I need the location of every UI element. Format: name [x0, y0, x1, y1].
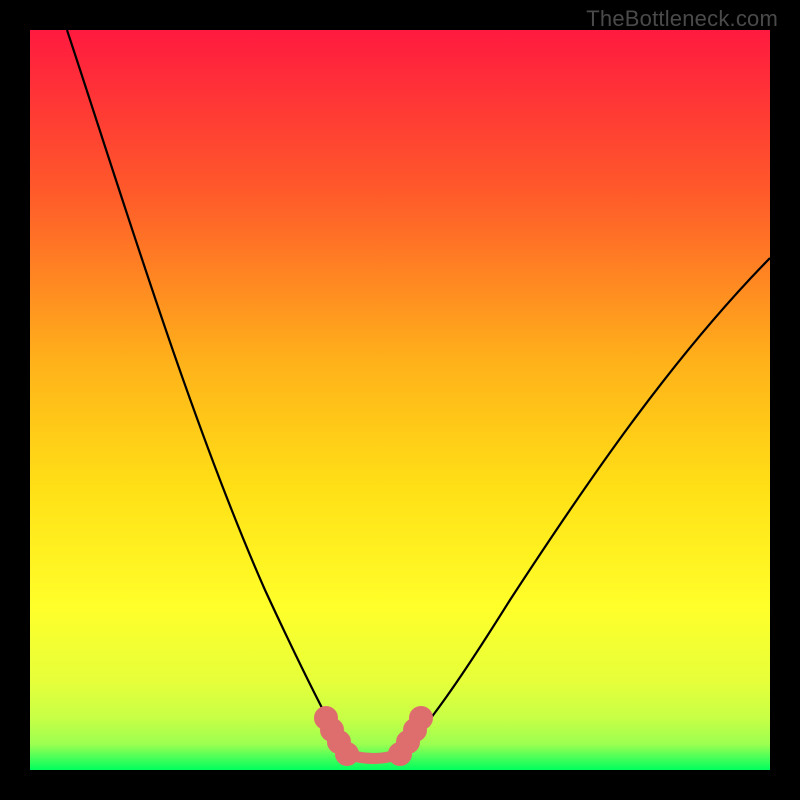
plot-area [30, 30, 770, 770]
watermark-text: TheBottleneck.com [586, 6, 778, 32]
highlight-dot [341, 748, 354, 761]
chart-svg [30, 30, 770, 770]
chart-frame: TheBottleneck.com [0, 0, 800, 800]
gradient-background [30, 30, 770, 770]
highlight-dot [415, 712, 428, 725]
